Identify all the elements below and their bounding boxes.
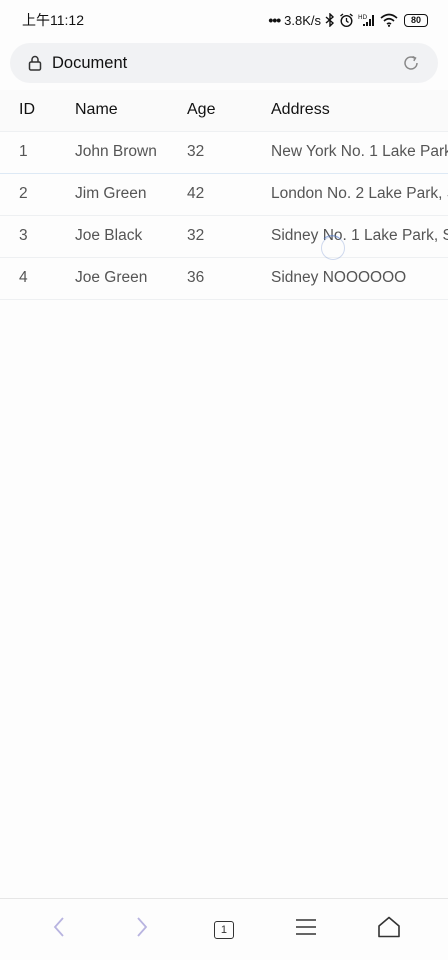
network-speed: 3.8K/s xyxy=(284,12,321,28)
cell-id: 1 xyxy=(0,130,56,173)
page-title[interactable]: Document xyxy=(52,54,402,73)
data-table: ID Name Age Address 1 John Brown 32 New … xyxy=(0,90,448,300)
cell-name: Joe Green xyxy=(56,256,168,300)
cell-age: 32 xyxy=(168,214,252,257)
cell-name: Jim Green xyxy=(56,172,168,215)
home-icon xyxy=(377,916,401,943)
cell-name: John Brown xyxy=(56,130,168,173)
status-bar: 上午11:12 ••• 3.8K/s HD 80 xyxy=(0,0,448,40)
back-button[interactable] xyxy=(31,908,87,952)
tabs-icon: 1 xyxy=(213,920,234,939)
alarm-icon xyxy=(339,12,354,28)
battery-icon: 80 xyxy=(404,13,428,27)
cell-name: Joe Black xyxy=(56,214,168,257)
more-dots-icon: ••• xyxy=(268,12,281,28)
hd-signal-icon: HD xyxy=(358,13,376,27)
bottom-nav: 1 xyxy=(0,898,448,960)
address-bar[interactable]: Document xyxy=(10,43,438,83)
header-address: Address xyxy=(252,90,448,131)
wifi-icon xyxy=(380,13,398,27)
home-button[interactable] xyxy=(361,908,417,952)
header-id: ID xyxy=(0,90,56,131)
cell-age: 32 xyxy=(168,130,252,173)
screen: 上午11:12 ••• 3.8K/s HD 80 Document ID Nam… xyxy=(0,0,448,960)
tabs-button[interactable]: 1 xyxy=(196,908,252,952)
header-name: Name xyxy=(56,90,168,131)
cell-age: 42 xyxy=(168,172,252,215)
menu-icon xyxy=(295,918,317,941)
status-indicators: ••• 3.8K/s HD 80 xyxy=(268,12,428,28)
cell-address: Sidney No. 1 Lake Park, S xyxy=(252,214,448,257)
cell-age: 36 xyxy=(168,256,252,300)
reload-icon[interactable] xyxy=(402,54,420,72)
header-age: Age xyxy=(168,90,252,131)
table-row[interactable]: 3 Joe Black 32 Sidney No. 1 Lake Park, S xyxy=(0,214,448,257)
lock-icon[interactable] xyxy=(28,55,42,71)
forward-icon xyxy=(135,916,149,943)
cell-id: 4 xyxy=(0,256,56,300)
data-table-container[interactable]: ID Name Age Address 1 John Brown 32 New … xyxy=(0,90,448,300)
cell-id: 3 xyxy=(0,214,56,257)
cell-address: New York No. 1 Lake Park xyxy=(252,130,448,173)
cell-address: London No. 2 Lake Park, S xyxy=(252,172,448,215)
table-header-row: ID Name Age Address xyxy=(0,90,448,131)
svg-text:HD: HD xyxy=(358,14,368,21)
touch-ripple-indicator xyxy=(320,235,345,260)
cell-address: Sidney NOOOOOO xyxy=(252,256,448,300)
table-row[interactable]: 4 Joe Green 36 Sidney NOOOOOO xyxy=(0,256,448,300)
menu-button[interactable] xyxy=(278,908,334,952)
forward-button[interactable] xyxy=(114,908,170,952)
bluetooth-icon xyxy=(325,13,335,27)
status-time: 上午11:12 xyxy=(22,12,84,28)
cell-id: 2 xyxy=(0,172,56,215)
back-icon xyxy=(52,916,66,943)
table-row[interactable]: 1 John Brown 32 New York No. 1 Lake Park xyxy=(0,130,448,173)
table-row[interactable]: 2 Jim Green 42 London No. 2 Lake Park, S xyxy=(0,172,448,215)
